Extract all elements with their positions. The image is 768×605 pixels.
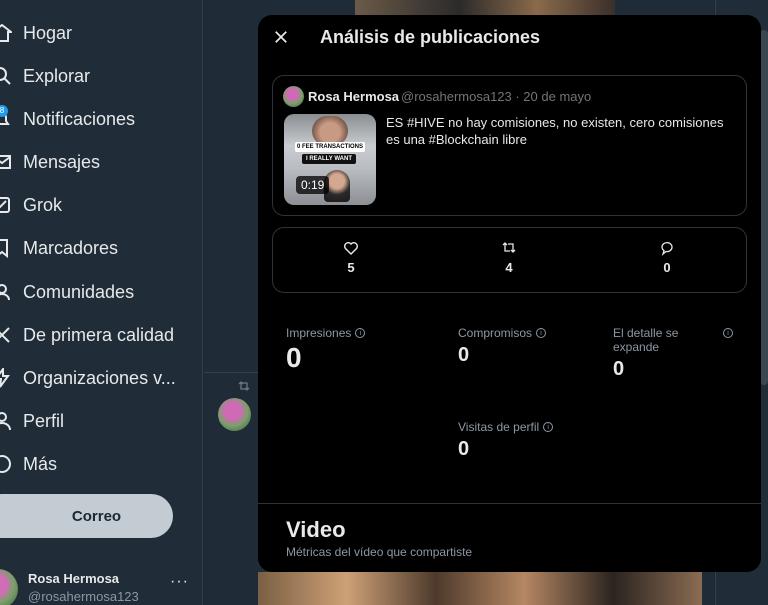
sidebar-item-label: Comunidades bbox=[23, 281, 135, 302]
divider bbox=[258, 503, 761, 504]
sidebar-item-profile[interactable]: Perfil bbox=[0, 401, 200, 441]
divider bbox=[204, 372, 258, 373]
video-duration: 0:19 bbox=[296, 176, 330, 194]
impressions-value: 0 bbox=[286, 342, 302, 373]
post-analytics-modal: Análisis de publicaciones Rosa Hermosa @… bbox=[258, 15, 761, 572]
stat-label: El detalle se expande bbox=[613, 326, 679, 354]
sidebar-item-label: Explorar bbox=[23, 65, 91, 86]
sidebar-item-home[interactable]: Hogar bbox=[0, 13, 200, 53]
grok-icon bbox=[0, 195, 12, 215]
replies-count: 0 bbox=[663, 260, 671, 275]
scrollbar[interactable] bbox=[760, 30, 768, 385]
replies-metric: 0 bbox=[637, 240, 697, 275]
likes-count: 5 bbox=[347, 260, 355, 275]
sidebar-item-label: Hogar bbox=[23, 22, 73, 43]
home-icon bbox=[0, 23, 12, 43]
profile-visits-value: 0 bbox=[458, 438, 470, 460]
modal-title: Análisis de publicaciones bbox=[320, 27, 541, 47]
stat-label: Impresiones bbox=[286, 326, 352, 340]
sidebar-item-grok[interactable]: Grok bbox=[0, 185, 200, 225]
sidebar-item-explore[interactable]: Explorar bbox=[0, 56, 200, 96]
sidebar-item-label: Organizaciones v... bbox=[23, 367, 176, 388]
avatar[interactable] bbox=[218, 398, 251, 431]
sidebar-item-notifications[interactable]: 8 Notificaciones bbox=[0, 99, 200, 139]
detail-expands-value: 0 bbox=[613, 358, 625, 380]
avatar bbox=[0, 569, 18, 605]
post-text: ES #HIVE no hay comisiones, no existen, … bbox=[386, 115, 724, 147]
account-handle: @rosahermosa123 bbox=[28, 589, 139, 604]
video-thumbnail[interactable]: 0 FEE TRANSACTIONS I REALLY WANT 0:19 bbox=[284, 114, 376, 205]
engagements-stat: Compromisos i 0 bbox=[458, 326, 598, 367]
reposts-metric: 4 bbox=[479, 240, 539, 275]
account-name: Rosa Hermosa bbox=[28, 571, 120, 586]
reply-icon bbox=[661, 241, 673, 256]
sidebar-item-label: De primera calidad bbox=[23, 324, 175, 345]
post-button[interactable]: Correo bbox=[0, 494, 173, 538]
timeline-media bbox=[258, 572, 702, 605]
sidebar-item-label: Marcadores bbox=[23, 237, 119, 258]
engagements-value: 0 bbox=[458, 344, 470, 366]
profile-visits-stat: Visitas de perfil i 0 bbox=[458, 420, 598, 461]
sidebar-item-messages[interactable]: Mensajes bbox=[0, 142, 200, 182]
close-button[interactable] bbox=[270, 26, 292, 48]
sidebar: Hogar Explorar 8 Notificaciones Mensajes… bbox=[0, 0, 203, 605]
detail-expands-stat: El detalle se expande i 0 bbox=[613, 326, 733, 381]
timeline-media bbox=[355, 0, 615, 16]
post-meta: @rosahermosa123 · 20 de mayo bbox=[401, 89, 592, 104]
sidebar-item-bookmarks[interactable]: Marcadores bbox=[0, 228, 200, 268]
people-icon bbox=[0, 282, 12, 302]
avatar bbox=[283, 86, 304, 107]
sidebar-item-label: Perfil bbox=[23, 410, 65, 431]
bookmark-icon bbox=[0, 238, 12, 258]
lightning-icon bbox=[0, 368, 12, 388]
sidebar-item-premium[interactable]: De primera calidad bbox=[0, 315, 200, 355]
envelope-icon bbox=[0, 152, 12, 172]
post-author: Rosa Hermosa bbox=[308, 89, 400, 104]
sidebar-item-communities[interactable]: Comunidades bbox=[0, 272, 200, 312]
stat-label: Compromisos bbox=[458, 326, 533, 340]
thumbnail-caption: 0 FEE TRANSACTIONS bbox=[295, 142, 365, 152]
retweet-icon bbox=[238, 381, 250, 391]
reposts-count: 4 bbox=[505, 260, 513, 275]
more-icon[interactable]: ··· bbox=[170, 573, 189, 591]
close-icon bbox=[275, 31, 287, 43]
sidebar-item-label: Mensajes bbox=[23, 151, 101, 172]
info-icon[interactable]: i bbox=[536, 328, 547, 338]
search-icon bbox=[0, 66, 12, 86]
x-logo-icon bbox=[0, 325, 12, 345]
info-icon[interactable]: i bbox=[723, 328, 733, 338]
sidebar-item-more[interactable]: Más bbox=[0, 444, 200, 484]
sidebar-item-organizations[interactable]: Organizaciones v... bbox=[0, 358, 200, 398]
heart-icon bbox=[344, 242, 358, 255]
sidebar-item-label: Más bbox=[23, 453, 58, 474]
person-icon bbox=[0, 411, 12, 431]
more-circle-icon bbox=[0, 454, 12, 474]
sidebar-item-label: Notificaciones bbox=[23, 108, 136, 129]
impressions-stat: Impresiones i 0 bbox=[286, 326, 436, 374]
likes-metric: 5 bbox=[321, 240, 381, 275]
info-icon[interactable]: i bbox=[355, 328, 366, 338]
thumbnail-caption: I REALLY WANT bbox=[302, 154, 356, 164]
video-section-title: Video bbox=[286, 517, 346, 542]
post-card[interactable]: Rosa Hermosa @rosahermosa123 · 20 de may… bbox=[272, 75, 747, 216]
sidebar-item-label: Grok bbox=[23, 194, 63, 215]
retweet-icon bbox=[502, 242, 516, 253]
stat-label: Visitas de perfil bbox=[458, 420, 540, 434]
account-switcher[interactable]: Rosa Hermosa @rosahermosa123 ··· bbox=[0, 565, 200, 605]
video-section-subtitle: Métricas del vídeo que compartiste bbox=[286, 545, 473, 559]
engagement-metrics: 5 4 0 bbox=[272, 227, 747, 293]
info-icon[interactable]: i bbox=[543, 422, 554, 432]
